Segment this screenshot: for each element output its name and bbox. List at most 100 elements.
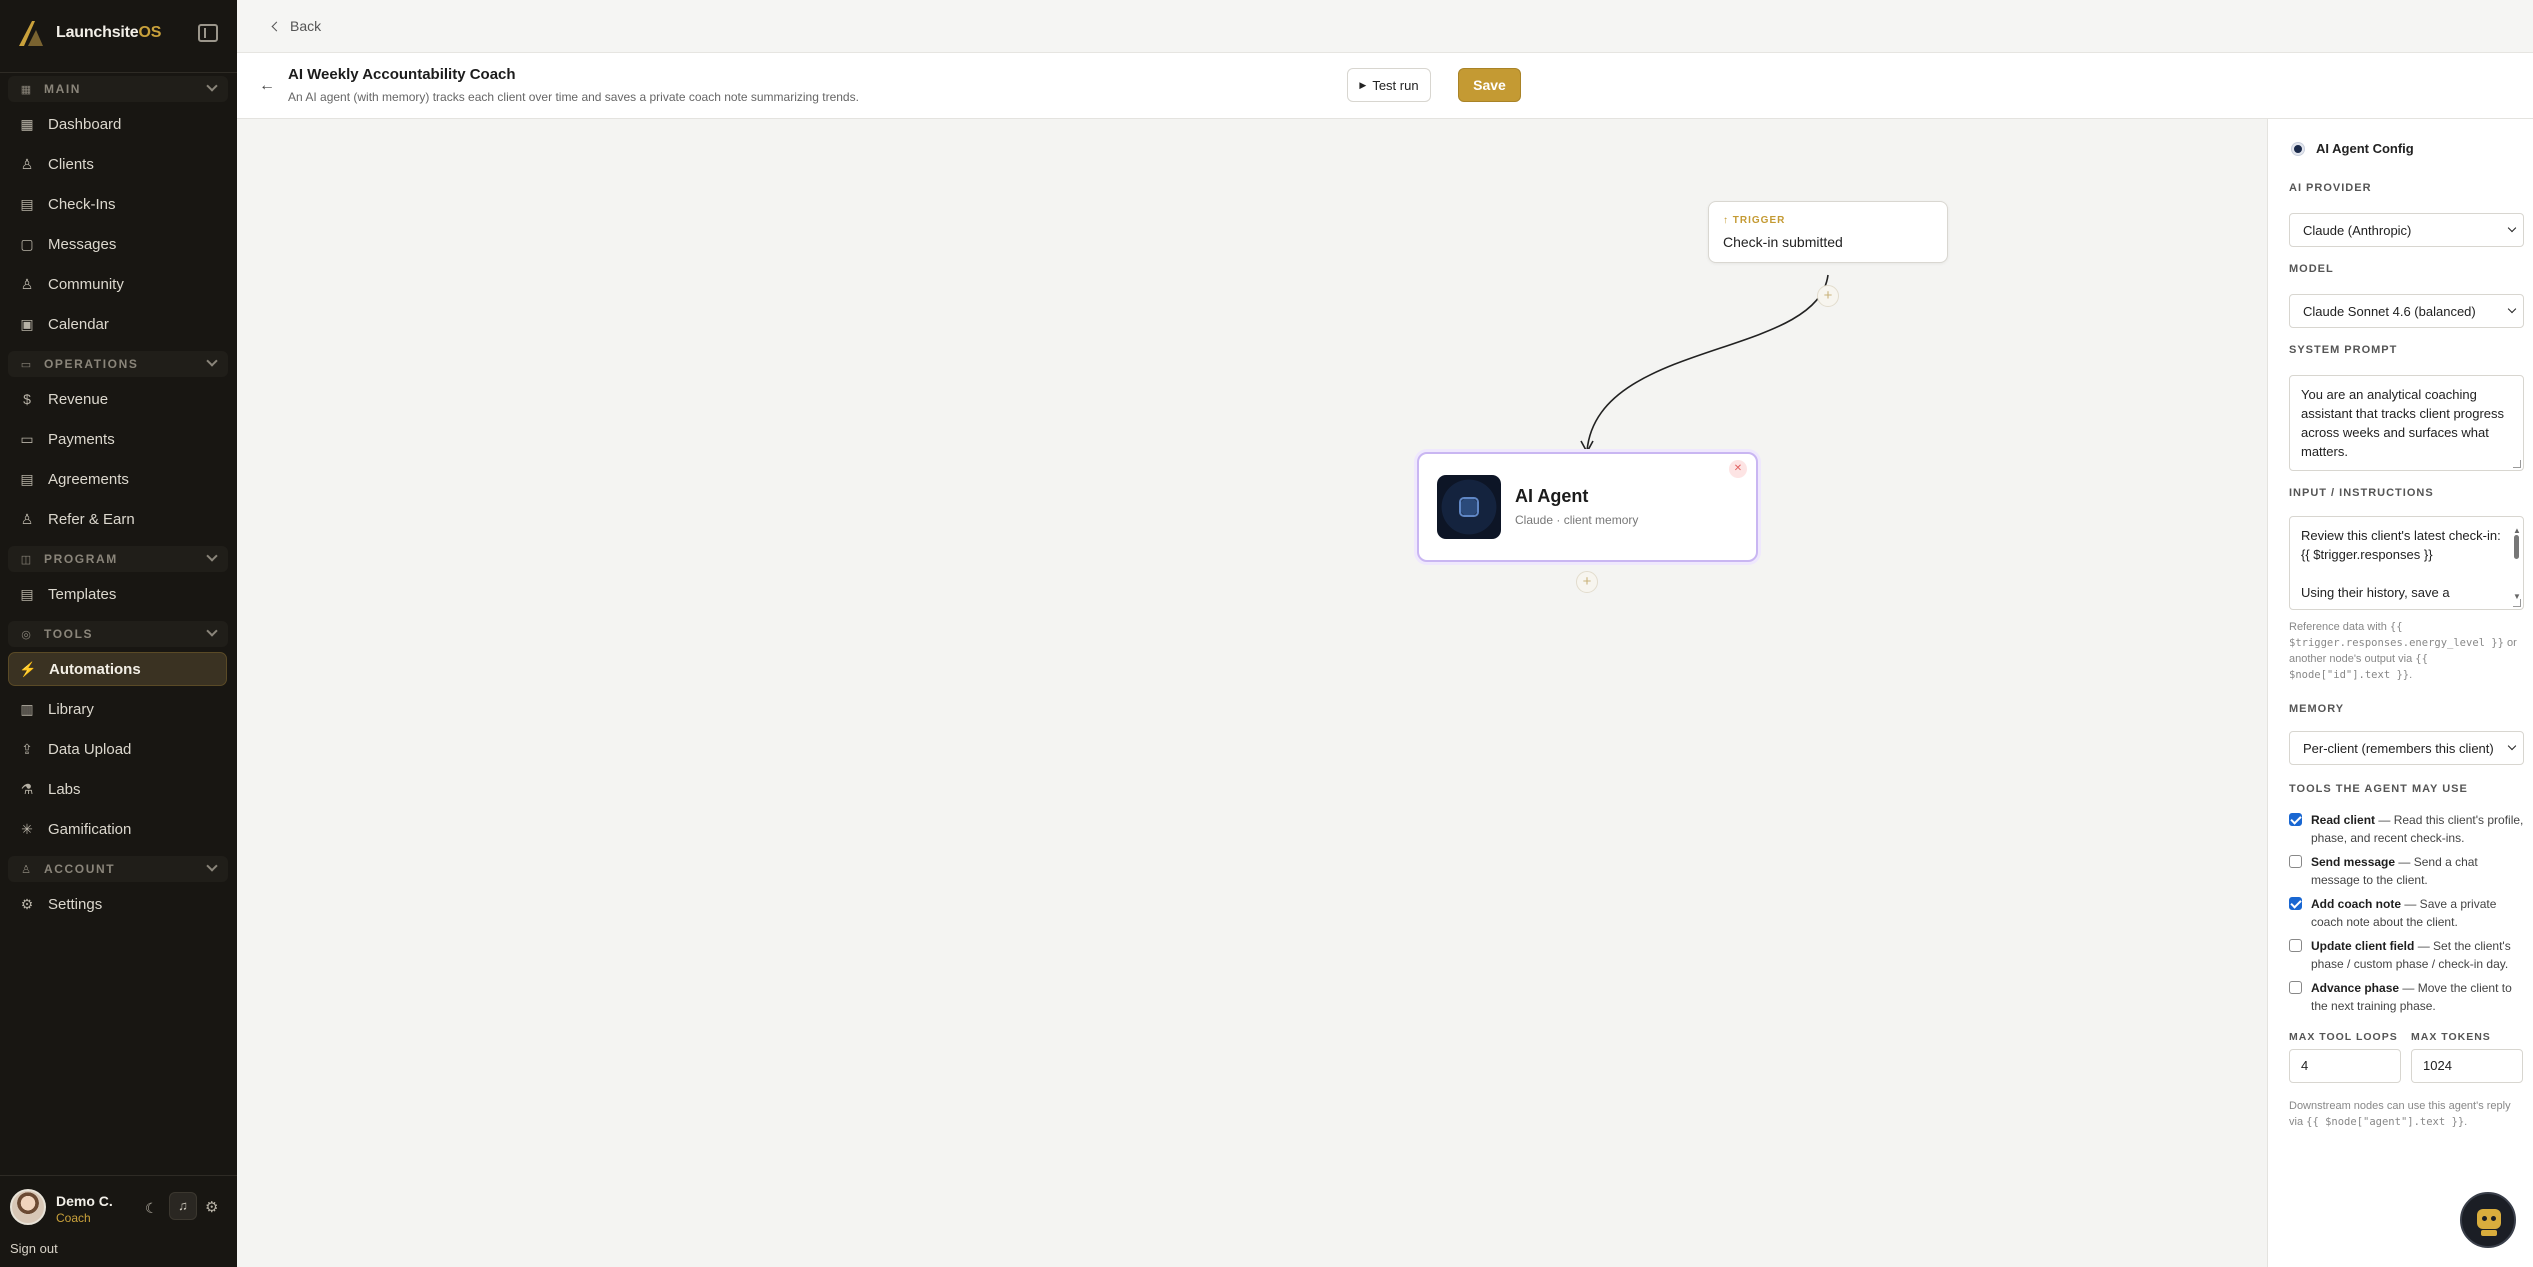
tool-send-message[interactable]: Send message — Send a chat message to th… xyxy=(2289,853,2529,889)
max-loops-label: MAX TOOL LOOPS xyxy=(2289,1031,2398,1043)
chat-icon: ▢ xyxy=(20,235,34,252)
resize-handle-icon[interactable] xyxy=(2513,599,2521,607)
checkbox-advance-phase[interactable] xyxy=(2289,981,2302,994)
memory-value: Per-client (remembers this client) xyxy=(2303,740,2494,756)
page-subtitle: An AI agent (with memory) tracks each cl… xyxy=(288,90,859,104)
panel-title: AI Agent Config xyxy=(2316,141,2414,156)
tool-name: Read client xyxy=(2311,813,2376,827)
agent-subtitle: Claude · client memory xyxy=(1515,513,1639,527)
arrow-left-icon[interactable]: ← xyxy=(259,77,275,95)
sign-out-link[interactable]: Sign out xyxy=(10,1241,58,1256)
users-icon: ♙ xyxy=(20,155,34,172)
agent-title: AI Agent xyxy=(1515,486,1589,506)
tool-update-client-field[interactable]: Update client field — Set the client's p… xyxy=(2289,937,2529,973)
topbar: Back xyxy=(237,0,2533,53)
section-label: PROGRAM xyxy=(44,552,118,566)
gear-icon[interactable]: ⚙ xyxy=(205,1198,218,1216)
add-node-icon[interactable]: + xyxy=(1817,285,1839,307)
provider-select[interactable]: Claude (Anthropic) xyxy=(2289,213,2524,247)
assistant-bot-button[interactable] xyxy=(2460,1192,2516,1248)
instructions-textarea[interactable]: Review this client's latest check-in: {{… xyxy=(2289,516,2524,610)
template-icon: ▤ xyxy=(20,585,34,602)
tool-name: Update client field xyxy=(2311,939,2415,953)
trigger-label: Check-in submitted xyxy=(1723,234,1843,250)
chevron-down-icon xyxy=(206,625,218,637)
memory-select[interactable]: Per-client (remembers this client) xyxy=(2289,731,2524,765)
brand[interactable]: LaunchsiteOS xyxy=(16,18,161,48)
bell-icon[interactable]: ♫ xyxy=(169,1192,197,1220)
textarea-scrollbar[interactable]: ▲ ▼ xyxy=(2512,521,2522,607)
sidebar-item-messages[interactable]: ▢ Messages xyxy=(8,227,227,261)
memory-label: MEMORY xyxy=(2289,703,2345,715)
add-node-icon[interactable]: + xyxy=(1576,571,1598,593)
instructions-line: Review this client's latest check-in: xyxy=(2301,528,2501,543)
collapse-sidebar-icon[interactable] xyxy=(198,24,218,42)
model-select[interactable]: Claude Sonnet 4.6 (balanced) xyxy=(2289,294,2524,328)
sidebar-item-settings[interactable]: ⚙ Settings xyxy=(8,887,227,921)
tool-name: Advance phase xyxy=(2311,981,2400,995)
delete-node-icon[interactable]: ✕ xyxy=(1729,460,1747,478)
sidebar-item-revenue[interactable]: $ Revenue xyxy=(8,382,227,416)
wrench-icon: ◎ xyxy=(21,628,31,641)
scroll-thumb[interactable] xyxy=(2514,535,2519,559)
section-operations[interactable]: ▭ OPERATIONS xyxy=(8,351,228,377)
chevron-down-icon xyxy=(2507,304,2517,314)
section-account[interactable]: ♙ ACCOUNT xyxy=(8,856,228,882)
moon-icon[interactable]: ☾ xyxy=(145,1200,158,1217)
section-label: ACCOUNT xyxy=(44,862,116,876)
chevron-down-icon xyxy=(2507,741,2517,751)
ai-agent-node[interactable]: AI Agent Claude · client memory ✕ xyxy=(1417,452,1758,562)
max-tokens-input[interactable]: 1024 xyxy=(2411,1049,2523,1083)
sidebar-item-automations[interactable]: ⚡ Automations xyxy=(8,652,227,686)
sidebar-item-library[interactable]: ▥ Library xyxy=(8,692,227,726)
upload-icon: ⇪ xyxy=(21,740,33,757)
sidebar-item-payments[interactable]: ▭ Payments xyxy=(8,422,227,456)
sidebar-item-gamification[interactable]: ✳ Gamification xyxy=(8,812,227,846)
save-button[interactable]: Save xyxy=(1458,68,1521,102)
workflow-canvas[interactable]: ↑ TRIGGER Check-in submitted + AI Agent … xyxy=(237,119,2267,1267)
section-tools[interactable]: ◎ TOOLS xyxy=(8,621,228,647)
sidebar-item-labs[interactable]: ⚗ Labs xyxy=(8,772,227,806)
user-role: Coach xyxy=(56,1211,91,1225)
hint-text: Reference data with xyxy=(2289,621,2387,633)
sidebar-item-check-ins[interactable]: ▤ Check-Ins xyxy=(8,187,227,221)
sidebar-item-data-upload[interactable]: ⇪ Data Upload xyxy=(8,732,227,766)
sidebar-item-community[interactable]: ♙ Community xyxy=(8,267,227,301)
resize-handle-icon[interactable] xyxy=(2513,460,2521,468)
panel-header: AI Agent Config xyxy=(2292,141,2414,156)
chevron-down-icon xyxy=(2507,223,2517,233)
card-icon: ▭ xyxy=(20,430,34,447)
trigger-tag: ↑ TRIGGER xyxy=(1723,215,1786,226)
sidebar-item-calendar[interactable]: ▣ Calendar xyxy=(8,307,227,341)
test-run-button[interactable]: ▶ Test run xyxy=(1347,68,1431,102)
trigger-node[interactable]: ↑ TRIGGER Check-in submitted xyxy=(1708,201,1948,263)
checkbox-add-coach-note[interactable] xyxy=(2289,897,2302,910)
briefcase-icon: ▭ xyxy=(20,358,32,371)
system-prompt-label: SYSTEM PROMPT xyxy=(2289,344,2398,356)
sidebar-item-clients[interactable]: ♙ Clients xyxy=(8,147,227,181)
sidebar-item-agreements[interactable]: ▤ Agreements xyxy=(8,462,227,496)
user-icon: ♙ xyxy=(21,863,31,876)
tool-read-client[interactable]: Read client — Read this client's profile… xyxy=(2289,811,2529,847)
section-main[interactable]: ▦ MAIN xyxy=(8,76,228,102)
tool-advance-phase[interactable]: Advance phase — Move the client to the n… xyxy=(2289,979,2529,1015)
checkbox-update-client-field[interactable] xyxy=(2289,939,2302,952)
back-button[interactable]: Back xyxy=(271,18,321,34)
system-prompt-textarea[interactable]: You are an analytical coaching assistant… xyxy=(2289,375,2524,471)
sidebar-item-templates[interactable]: ▤ Templates xyxy=(8,577,227,611)
tool-add-coach-note[interactable]: Add coach note — Save a private coach no… xyxy=(2289,895,2529,931)
checkbox-read-client[interactable] xyxy=(2289,813,2302,826)
play-icon: ▶ xyxy=(1359,79,1367,90)
section-label: OPERATIONS xyxy=(44,357,139,371)
test-run-label: Test run xyxy=(1372,77,1419,93)
avatar[interactable] xyxy=(10,1189,46,1225)
robot-body xyxy=(2481,1230,2497,1236)
provider-value: Claude (Anthropic) xyxy=(2303,222,2412,238)
sidebar-item-refer-earn[interactable]: ♙ Refer & Earn xyxy=(8,502,227,536)
section-program[interactable]: ◫ PROGRAM xyxy=(8,546,228,572)
checkbox-send-message[interactable] xyxy=(2289,855,2302,868)
sidebar-item-label: Settings xyxy=(48,895,103,913)
status-dot-icon xyxy=(2292,142,2304,155)
max-loops-input[interactable]: 4 xyxy=(2289,1049,2401,1083)
sidebar-item-dashboard[interactable]: ▦ Dashboard xyxy=(8,107,227,141)
